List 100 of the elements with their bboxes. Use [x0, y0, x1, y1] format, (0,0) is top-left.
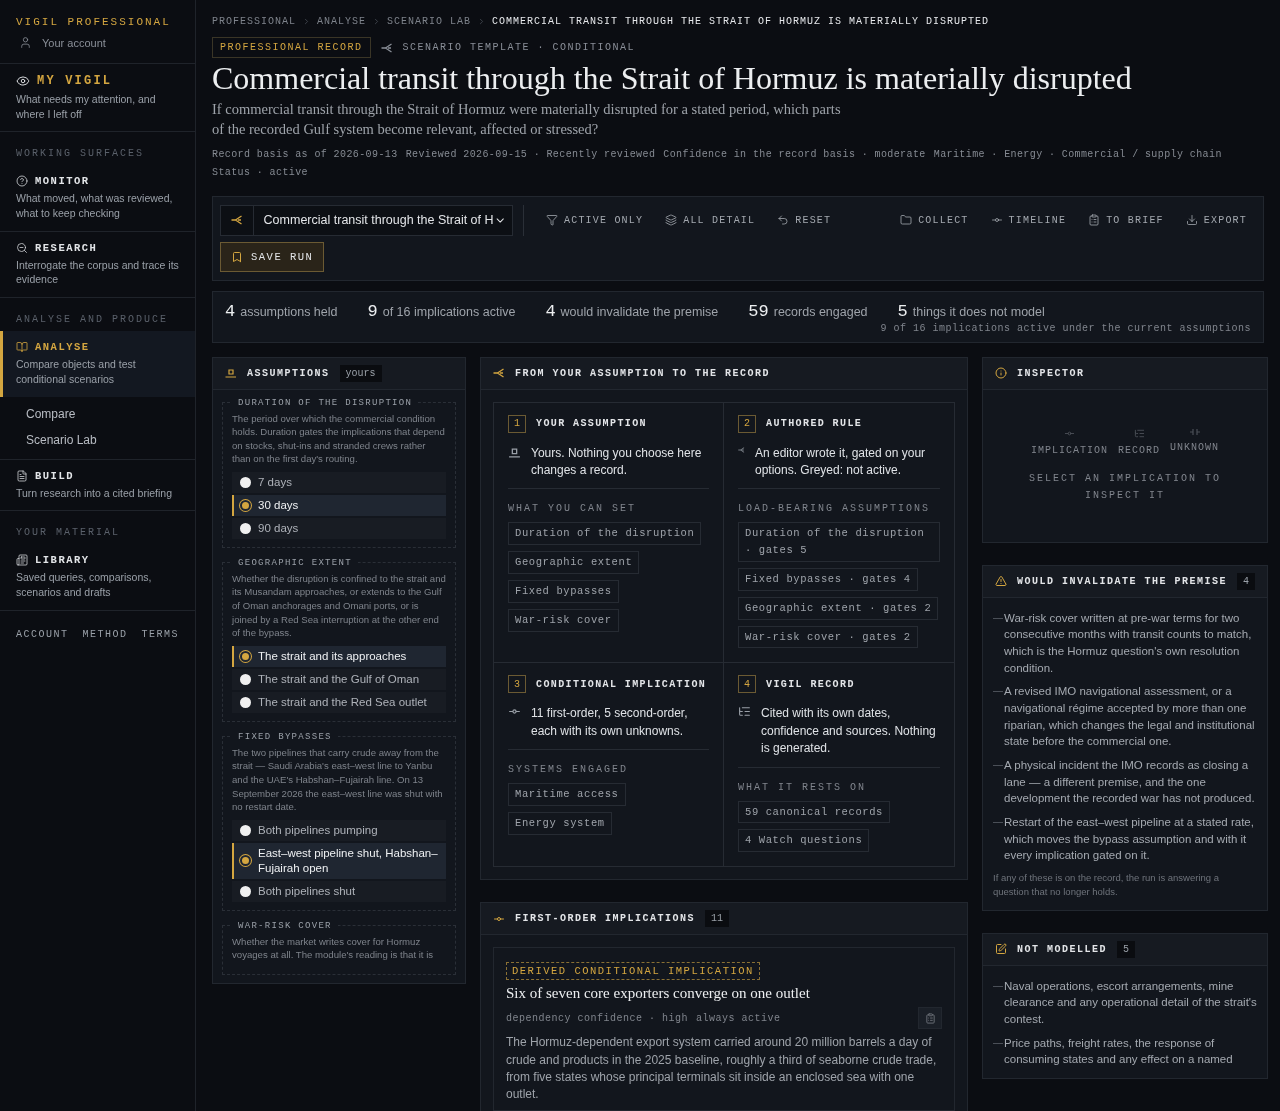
- footer-link[interactable]: METHOD: [82, 628, 128, 640]
- radio-option[interactable]: The strait and its approaches: [232, 645, 446, 667]
- nav-title[interactable]: RESEARCH: [16, 241, 179, 254]
- panel-title: NOT MODELLED: [1017, 943, 1107, 955]
- nav-title[interactable]: BUILD: [16, 469, 179, 482]
- tag-chip: 4 Watch questions: [738, 829, 870, 853]
- nav-title[interactable]: MONITOR: [16, 175, 179, 188]
- sidebar-item[interactable]: RESEARCH Interrogate the corpus and trace its evidence: [0, 231, 195, 299]
- fork-icon: [230, 215, 243, 226]
- breadcrumb-link[interactable]: PROFESSIONAL: [212, 16, 296, 27]
- stats-note: 9 of 16 implications active under the current assumptions: [880, 322, 1251, 334]
- sidebar-subitem[interactable]: Scenario Lab: [0, 426, 195, 453]
- step-title: VIGIL RECORD: [766, 678, 855, 690]
- save-run-button[interactable]: SAVE RUN: [220, 241, 325, 272]
- sidebar-heading: WORKING SURFACES: [15, 147, 145, 162]
- toolbar-button[interactable]: TO BRIEF: [1080, 208, 1172, 233]
- radio-option[interactable]: 7 days: [232, 472, 446, 493]
- list-item: Restart of the east–west pipeline at a stated rate, which moves the bypass assumption and with it every implication gated on it.: [993, 814, 1258, 864]
- step-number: 4: [738, 675, 756, 694]
- stat-value: 4: [545, 301, 556, 321]
- tag-chip: Geographic extent · gates 2: [738, 596, 939, 620]
- tag-chip: Fixed bypasses: [508, 579, 619, 603]
- scenario-select[interactable]: Commercial transit through the Strait of H: [220, 204, 513, 236]
- radio-option[interactable]: The strait and the Red Sea outlet: [232, 691, 446, 713]
- group-title: WAR-RISK COVER: [237, 920, 333, 931]
- derived-badge: DERIVED CONDITIONAL IMPLICATION: [506, 962, 760, 981]
- radio-option[interactable]: The strait and the Gulf of Oman: [232, 668, 446, 690]
- toolbar-button[interactable]: RESET: [769, 208, 840, 233]
- nav-title[interactable]: LIBRARY: [16, 554, 179, 567]
- footer-link[interactable]: TERMS: [141, 628, 180, 640]
- radio-button[interactable]: [240, 696, 251, 708]
- list-heading: WHAT YOU CAN SET: [508, 503, 637, 515]
- nav-icon: [16, 554, 28, 567]
- radio-button[interactable]: [240, 824, 251, 836]
- meta-item: Confidence in the record basis · moderate: [663, 147, 926, 162]
- meta-item: Status · active: [212, 165, 308, 180]
- breadcrumb-link[interactable]: ANALYSE: [317, 16, 367, 27]
- radio-option[interactable]: Both pipelines shut: [232, 880, 446, 902]
- breadcrumb-link[interactable]: SCENARIO LAB: [387, 16, 472, 27]
- empty-message: SELECT AN IMPLICATION TO INSPECT IT: [1028, 471, 1223, 503]
- radio-button[interactable]: [240, 673, 251, 685]
- user-icon: [19, 36, 32, 49]
- legend-label: UNKNOWN: [1170, 441, 1220, 453]
- nav-icon: [16, 341, 28, 354]
- tag-chip: Geographic extent: [508, 551, 640, 574]
- record-badge: PROFESSIONAL RECORD: [212, 37, 371, 58]
- radio-button[interactable]: [240, 885, 251, 897]
- radio-option[interactable]: Both pipelines pumping: [232, 819, 446, 841]
- sidebar-heading: ANALYSE AND PRODUCE: [15, 313, 170, 328]
- panel-title: ASSUMPTIONS: [247, 367, 330, 379]
- panel-title: FIRST-ORDER IMPLICATIONS: [515, 913, 696, 925]
- sidebar-item[interactable]: MY VIGIL What needs my attention, and where I left off: [0, 64, 195, 133]
- nav-description: Compare objects and test conditional scenarios: [16, 357, 137, 387]
- implication-meta: dependency confidence · high: [506, 1012, 689, 1024]
- panel-tag: yours: [339, 364, 382, 382]
- sidebar-item[interactable]: LIBRARY Saved queries, comparisons, scenarios and drafts: [0, 544, 195, 611]
- radio-option[interactable]: 90 days: [232, 517, 446, 539]
- nav-icon: [16, 74, 30, 88]
- list-item: A revised IMO navigational assessment, or a navigational régime accepted by more than one riparian, which changes the legal and institutional state before the commercial one.: [993, 683, 1258, 750]
- radio-option[interactable]: 30 days: [232, 494, 446, 516]
- count-badge: 5: [1117, 940, 1136, 958]
- step-text: Yours. Nothing you choose here changes a record.: [531, 444, 703, 479]
- sidebar-subitem[interactable]: Compare: [0, 400, 195, 427]
- toolbar-button[interactable]: ALL DETAIL: [657, 208, 764, 233]
- nav-title[interactable]: ANALYSE: [16, 341, 179, 354]
- sidebar-item[interactable]: MONITOR What moved, what was reviewed, what to keep checking: [0, 165, 195, 232]
- account-link[interactable]: Your account: [16, 36, 179, 49]
- tag-chip: War-risk cover: [508, 608, 619, 632]
- toolbar-button[interactable]: TIMELINE: [982, 208, 1075, 233]
- toolbar-button[interactable]: COLLECT: [892, 208, 977, 233]
- radio-button[interactable]: [240, 522, 251, 534]
- implication-title: Six of seven core exporters converge on one outlet: [506, 985, 811, 1003]
- stat-label: would invalidate the premise: [560, 304, 719, 319]
- nav-description: Interrogate the corpus and trace its evidence: [16, 257, 179, 288]
- radio-button[interactable]: [240, 477, 251, 488]
- toolbar-button[interactable]: ACTIVE ONLY: [538, 208, 652, 233]
- radio-option[interactable]: East–west pipeline shut, Habshan–Fujairah open: [232, 842, 446, 879]
- tag-chip: Energy system: [508, 811, 612, 835]
- toolbar-icon: [900, 214, 913, 227]
- implication-card[interactable]: [493, 947, 955, 1111]
- nav-title[interactable]: MY VIGIL: [16, 74, 179, 88]
- radio-button[interactable]: [240, 499, 251, 511]
- sidebar-item[interactable]: BUILD Turn research into a cited briefing: [0, 459, 195, 512]
- nav-icon: [16, 469, 28, 482]
- list-heading: SYSTEMS ENGAGED: [508, 764, 629, 776]
- group-description: The period over which the commercial condition holds. Duration gates the implications that depend on stocks, shut-ins and stranded crews rather than on the first day's routing.: [232, 411, 446, 467]
- radio-button[interactable]: [240, 650, 251, 662]
- scenario-question: If commercial transit through the Strait of Hormuz were materially disrupted for a stated period, which parts of the recorded Gulf system become relevant, affected or stressed?: [212, 100, 842, 140]
- footer-link[interactable]: ACCOUNT: [16, 628, 69, 640]
- radio-button[interactable]: [240, 855, 251, 867]
- step-title: CONDITIONAL IMPLICATION: [536, 678, 707, 690]
- stat-label: things it does not model: [912, 304, 1045, 319]
- implication-body: The Hormuz-dependent export system carried around 20 million barrels a day of crude and products in the 2025 baseline, roughly a third of seaborne crude trade, from five states whose principal terminals sit inside an enclosed sea with one outlet.: [506, 1034, 938, 1104]
- count-badge: 11: [705, 910, 730, 928]
- breadcrumb-link[interactable]: COMMERCIAL TRANSIT THROUGH THE STRAIT OF HORMUZ IS MATERIALLY DISRUPTED: [492, 16, 990, 27]
- step-number: 3: [508, 675, 526, 694]
- list-heading: WHAT IT RESTS ON: [738, 781, 867, 793]
- toolbar-button[interactable]: EXPORT: [1177, 208, 1255, 233]
- sidebar-item[interactable]: ANALYSE Compare objects and test conditional scenarios: [0, 331, 195, 397]
- implication-meta: always active: [696, 1012, 781, 1024]
